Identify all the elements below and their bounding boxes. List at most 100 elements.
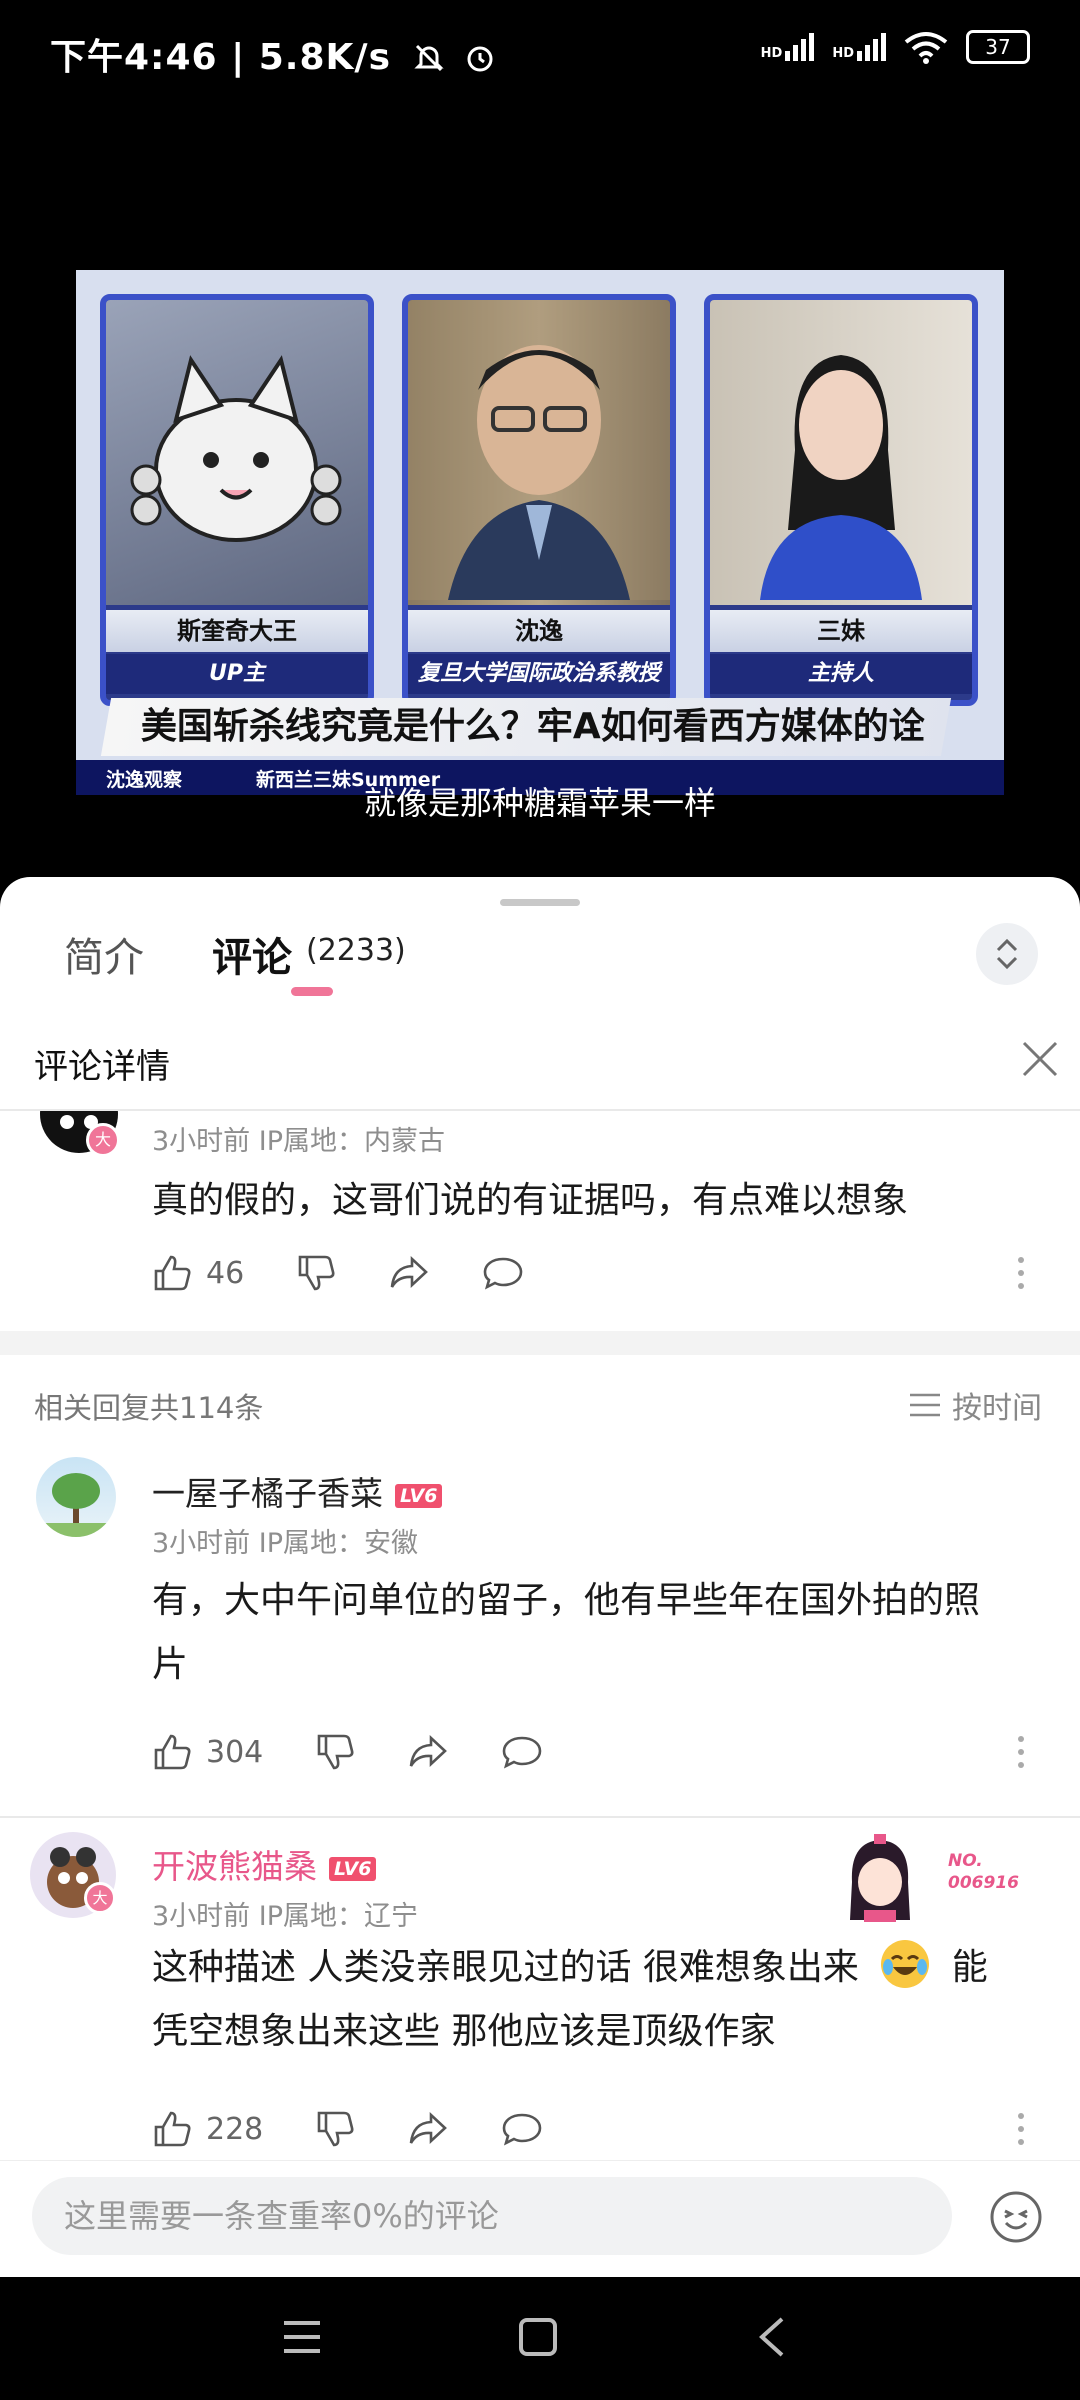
signal-icon: HD <box>761 33 815 61</box>
reply-actions: 304 <box>152 1732 1052 1772</box>
avatar[interactable] <box>36 1457 116 1537</box>
wifi-icon <box>904 32 948 64</box>
drag-handle[interactable] <box>500 899 580 906</box>
thumbs-down-icon <box>317 2111 354 2147</box>
reply-text-line-1[interactable]: 这种描述 人类没亲眼见过的话 很难想象出来 能 <box>152 1936 988 2000</box>
section-separator <box>0 1331 1080 1355</box>
level-badge: LV6 <box>395 1483 443 1508</box>
comment-text[interactable]: 真的假的，这哥们说的有证据吗，有点难以想象 <box>152 1169 908 1233</box>
reply-meta: 3小时前 IP属地：安徽 <box>152 1528 419 1559</box>
share-button[interactable] <box>407 2109 449 2149</box>
menu-icon <box>284 2321 320 2353</box>
level-badge: LV6 <box>329 1856 377 1881</box>
panel-name: 三妹 <box>710 610 972 652</box>
nav-menu-button[interactable] <box>282 2319 322 2359</box>
like-button[interactable]: 304 <box>152 1732 263 1772</box>
share-icon <box>409 2112 448 2144</box>
reply-username[interactable]: 开波熊猫桑 LV6 <box>152 1840 377 1888</box>
more-vertical-icon <box>1018 1736 1024 1768</box>
mute-icon <box>413 44 444 72</box>
main-comment: 大 3小时前 IP属地：内蒙古 真的假的，这哥们说的有证据吗，有点难以想象 46 <box>0 1111 1080 1331</box>
share-button[interactable] <box>388 1253 430 1293</box>
comment-actions: 46 <box>152 1253 1052 1293</box>
close-icon <box>1022 1041 1058 1077</box>
tree-avatar-image <box>36 1473 116 1537</box>
tab-intro[interactable]: 简介 <box>64 925 144 983</box>
share-button[interactable] <box>407 1732 449 1772</box>
expand-collapse-icon <box>996 938 1018 970</box>
reply-button[interactable] <box>482 1253 524 1293</box>
like-button[interactable]: 46 <box>152 1253 244 1293</box>
comment-input-bar: 这里需要一条查重率0%的评论 <box>0 2160 1080 2278</box>
comments-count: (2233) <box>306 933 406 968</box>
reply-actions: 228 <box>152 2109 1052 2149</box>
host-portrait-image <box>760 355 922 600</box>
expand-button[interactable] <box>976 923 1038 985</box>
back-chevron-icon <box>759 2317 784 2357</box>
reply-text-line-1[interactable]: 有，大中午问单位的留子，他有早些年在国外拍的照 <box>152 1569 980 1633</box>
video-player[interactable]: 斯奎奇大王 UP主 沈逸 复旦大学国际政治系教授 三妹 主持人 美国斩杀线究竟是… <box>76 270 1004 795</box>
status-time: 下午4:46 | 5.8K/s <box>50 28 496 80</box>
guest-portrait-image <box>408 300 670 600</box>
thumbs-up-icon <box>154 1734 191 1770</box>
like-button[interactable]: 228 <box>152 2109 263 2149</box>
dislike-button[interactable] <box>315 2109 355 2149</box>
thumbs-up-icon <box>154 1255 191 1291</box>
more-button[interactable] <box>1016 1734 1026 1770</box>
panel-name: 沈逸 <box>408 610 670 652</box>
share-icon <box>390 1256 429 1288</box>
cat-mascot-image <box>130 355 342 542</box>
nav-home-button[interactable] <box>518 2317 558 2361</box>
video-headline: 美国斩杀线究竟是什么？牢A如何看西方媒体的诠释 <box>100 698 952 795</box>
comment-meta: 3小时前 IP属地：内蒙古 <box>152 1126 446 1157</box>
battery-icon: 37 <box>966 30 1030 64</box>
nav-back-button[interactable] <box>756 2315 786 2363</box>
thumbs-down-icon <box>317 1734 354 1770</box>
more-button[interactable] <box>1016 1255 1026 1291</box>
panel-role: 复旦大学国际政治系教授 <box>408 654 670 694</box>
vip-badge-icon: 大 <box>84 1882 116 1914</box>
close-button[interactable] <box>1018 1037 1062 1085</box>
reply-item: 大 开波熊猫桑 LV6 3小时前 IP属地：辽宁 NO. 006916 这种描述 … <box>0 1832 1080 2072</box>
divider <box>0 1816 1080 1818</box>
comment-bubble-icon <box>502 1736 542 1769</box>
video-panel-host: 三妹 主持人 <box>704 294 978 706</box>
video-subtitle: 就像是那种糖霜苹果一样 <box>363 784 716 822</box>
signal-icon-2: HD <box>832 33 886 61</box>
replies-count: 相关回复共114条 <box>34 1391 264 1425</box>
comment-bubble-icon <box>483 1257 523 1290</box>
anime-girl-badge-icon <box>850 1834 910 1922</box>
panel-role: 主持人 <box>710 654 972 694</box>
comment-input[interactable]: 这里需要一条查重率0%的评论 <box>32 2177 952 2255</box>
emoji-face-icon <box>990 2191 1042 2243</box>
comment-bubble-icon <box>502 2113 542 2146</box>
reply-button[interactable] <box>501 1732 543 1772</box>
sort-button[interactable]: 按时间 <box>908 1383 1042 1427</box>
reply-button[interactable] <box>501 2109 543 2149</box>
dislike-button[interactable] <box>296 1253 336 1293</box>
more-vertical-icon <box>1018 2113 1024 2145</box>
reply-text-line-2[interactable]: 凭空想象出来这些 那他应该是顶级作家 <box>152 2000 775 2064</box>
sort-lines-icon <box>910 1393 940 1417</box>
dislike-button[interactable] <box>315 1732 355 1772</box>
fan-badge-number: NO. 006916 <box>948 1851 1019 1893</box>
alarm-icon <box>467 46 493 72</box>
thumbs-up-icon <box>154 2111 191 2147</box>
emoji-button[interactable] <box>988 2189 1044 2249</box>
more-vertical-icon <box>1018 1257 1024 1289</box>
reply-username[interactable]: 一屋子橘子香菜 LV6 <box>152 1467 443 1515</box>
tab-active-indicator <box>291 987 333 996</box>
thumbs-down-icon <box>298 1255 335 1291</box>
fan-badge-avatar <box>840 1832 920 1922</box>
vip-badge-icon: 大 <box>86 1123 120 1157</box>
panel-role: UP主 <box>106 654 368 694</box>
more-button[interactable] <box>1016 2111 1026 2147</box>
video-panel-up: 斯奎奇大王 UP主 <box>100 294 374 706</box>
reply-text-line-2[interactable]: 片 <box>152 1633 188 1697</box>
laughing-tears-emoji-icon <box>881 1940 930 1988</box>
reply-meta: 3小时前 IP属地：辽宁 <box>152 1901 419 1932</box>
share-icon <box>409 1735 448 1767</box>
tab-comments[interactable]: 评论 <box>212 925 292 983</box>
system-nav-bar <box>0 2277 1080 2400</box>
panel-name: 斯奎奇大王 <box>106 610 368 652</box>
